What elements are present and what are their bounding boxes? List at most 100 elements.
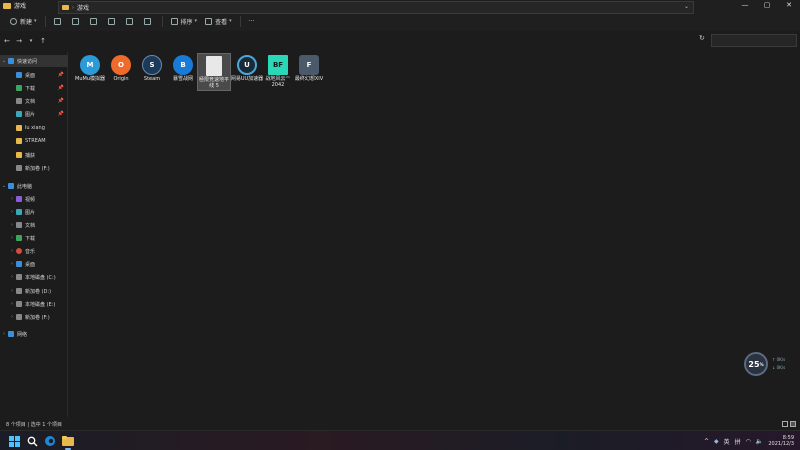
network-icon xyxy=(8,331,14,337)
document-icon xyxy=(16,98,22,104)
pin-icon: 📌 xyxy=(57,111,64,117)
paste-button[interactable] xyxy=(86,14,104,28)
sidebar-item-capture[interactable]: 捕获 xyxy=(0,149,68,161)
sidebar-item-drive-d[interactable]: › 新加卷 (D:) xyxy=(0,285,68,297)
chevron-down-icon: ▾ xyxy=(229,18,232,24)
music-icon xyxy=(16,248,22,254)
new-button[interactable]: 新建 ▾ xyxy=(6,14,41,28)
sidebar-item-documents[interactable]: 文档 📌 xyxy=(0,95,68,107)
sidebar-item-videos[interactable]: › 视频 xyxy=(0,193,68,205)
file-item-steam[interactable]: S Steam xyxy=(135,53,169,91)
chevron-right-icon[interactable]: › xyxy=(8,274,16,280)
up-arrow-icon[interactable]: ↑ xyxy=(38,37,48,45)
drive-icon xyxy=(16,301,22,307)
file-label: 网易UU加速器 xyxy=(230,76,264,82)
share-button[interactable] xyxy=(122,14,140,28)
file-label: Origin xyxy=(113,76,129,82)
steam-icon: S xyxy=(142,55,162,75)
refresh-icon[interactable]: ↻ xyxy=(699,34,705,42)
chevron-right-icon[interactable]: › xyxy=(0,331,8,337)
ime-language[interactable]: 英 xyxy=(724,437,730,446)
file-item-uu-accelerator[interactable]: U 网易UU加速器 xyxy=(230,53,264,91)
bf2042-icon: BF xyxy=(268,55,288,75)
file-item-origin[interactable]: O Origin xyxy=(104,53,138,91)
sidebar-item-pc-desktop[interactable]: › 桌面 xyxy=(0,258,68,270)
file-item-battlenet[interactable]: B 暴雪战网 xyxy=(166,53,200,91)
sidebar-item-drive-e[interactable]: › 本地磁盘 (E:) xyxy=(0,298,68,310)
download-icon xyxy=(16,235,22,241)
volume-icon[interactable]: 🔈 xyxy=(756,438,763,445)
sidebar-item-pictures[interactable]: 图片 📌 xyxy=(0,108,68,120)
chevron-down-icon: ▾ xyxy=(194,18,198,24)
trash-icon xyxy=(143,17,151,25)
sidebar-item-desktop[interactable]: 桌面 📌 xyxy=(0,69,68,81)
cut-button[interactable] xyxy=(50,14,68,28)
chevron-right-icon[interactable]: › xyxy=(8,261,16,267)
sidebar-item-downloads[interactable]: 下载 📌 xyxy=(0,82,68,94)
sidebar-item-music[interactable]: › 音乐 xyxy=(0,245,68,257)
sidebar-item-pc-downloads[interactable]: › 下载 xyxy=(0,232,68,244)
breadcrumb[interactable]: 游戏 xyxy=(77,3,89,12)
pin-icon: 📌 xyxy=(57,85,64,91)
clock-date: 2021/12/3 xyxy=(768,441,794,447)
sidebar-item-quick-access[interactable]: ⌄ 快速访问 xyxy=(0,55,68,67)
recent-chevron-icon[interactable]: ▾ xyxy=(26,38,36,44)
ime-mode[interactable]: 拼 xyxy=(735,437,741,446)
sidebar-item-lu-xiang[interactable]: lu xiang xyxy=(0,122,68,134)
delete-button[interactable] xyxy=(140,14,158,28)
start-icon[interactable] xyxy=(7,434,21,448)
sort-button[interactable]: 排序 ▾ xyxy=(167,14,202,28)
details-view-icon[interactable] xyxy=(782,421,788,427)
view-icon xyxy=(205,17,213,25)
chevron-right-icon[interactable]: › xyxy=(8,248,16,254)
sidebar-item-this-pc[interactable]: ⌄ 此电脑 xyxy=(0,180,68,192)
sidebar-item-drive-c[interactable]: › 本地磁盘 (C:) xyxy=(0,271,68,283)
chevron-right-icon[interactable]: › xyxy=(8,301,16,307)
search-icon[interactable] xyxy=(25,434,39,448)
drive-icon xyxy=(16,165,22,171)
sidebar-item-network[interactable]: › 网络 xyxy=(0,328,68,340)
file-item-battlefield-2042[interactable]: BF 战地风云™ 2042 xyxy=(261,53,295,91)
back-arrow-icon[interactable]: ← xyxy=(2,37,12,45)
forward-arrow-icon[interactable]: → xyxy=(14,37,24,45)
file-label: 战地风云™ 2042 xyxy=(265,76,291,88)
chevron-right-icon[interactable]: › xyxy=(8,209,16,215)
speed-rates: ↑ 0K/s ↓ 0K/s xyxy=(772,357,786,370)
chevron-right-icon[interactable]: › xyxy=(8,235,16,241)
file-item-forza-horizon-5[interactable]: 極限竞速地平线 5 xyxy=(197,53,231,91)
sidebar-item-pc-documents[interactable]: › 文档 xyxy=(0,219,68,231)
chevron-up-icon[interactable]: ^ xyxy=(704,438,709,445)
sidebar-item-drive-f[interactable]: 新加卷 (F:) xyxy=(0,162,68,174)
sidebar-item-pc-drive-f[interactable]: › 新加卷 (F:) xyxy=(0,311,68,323)
copy-button[interactable] xyxy=(68,14,86,28)
chevron-right-icon[interactable]: › xyxy=(8,288,16,294)
network-speed-widget[interactable]: 25% ↑ 0K/s ↓ 0K/s xyxy=(744,351,796,379)
more-button[interactable]: ··· xyxy=(245,14,259,28)
rename-button[interactable] xyxy=(104,14,122,28)
window-title: 游戏 xyxy=(14,3,27,10)
chevron-right-icon[interactable]: › xyxy=(8,314,16,320)
search-input[interactable] xyxy=(711,34,797,47)
file-item-mumu[interactable]: M MuMu模拟器 xyxy=(73,53,107,91)
view-button[interactable]: 查看 ▾ xyxy=(201,14,236,28)
steam-tray-icon[interactable]: ◆ xyxy=(714,438,719,445)
chevron-down-icon[interactable]: ⌄ xyxy=(684,3,689,10)
expand-icon[interactable]: ⌄ xyxy=(0,58,8,64)
edge-icon[interactable] xyxy=(43,434,57,448)
close-button[interactable]: ✕ xyxy=(778,0,800,11)
sidebar-item-stream[interactable]: STREAM xyxy=(0,135,68,147)
clock[interactable]: 8:59 2021/12/3 xyxy=(768,435,794,447)
sidebar-item-pc-pictures[interactable]: › 图片 xyxy=(0,206,68,218)
large-icons-view-icon[interactable] xyxy=(790,421,796,427)
file-item-ffxiv[interactable]: F 最终幻想XIV xyxy=(292,53,326,91)
chevron-right-icon[interactable]: › xyxy=(8,222,16,228)
maximize-button[interactable]: ▢ xyxy=(756,0,778,11)
sidebar-item-label: 新加卷 (D:) xyxy=(25,288,52,295)
minimize-button[interactable]: — xyxy=(734,0,756,11)
address-bar[interactable]: › 游戏 ⌄ xyxy=(58,1,694,14)
divider xyxy=(239,15,241,27)
wifi-icon[interactable]: ◠ xyxy=(746,438,751,445)
chevron-right-icon[interactable]: › xyxy=(8,196,16,202)
expand-icon[interactable]: ⌄ xyxy=(0,183,8,189)
file-explorer-icon[interactable] xyxy=(61,434,75,450)
